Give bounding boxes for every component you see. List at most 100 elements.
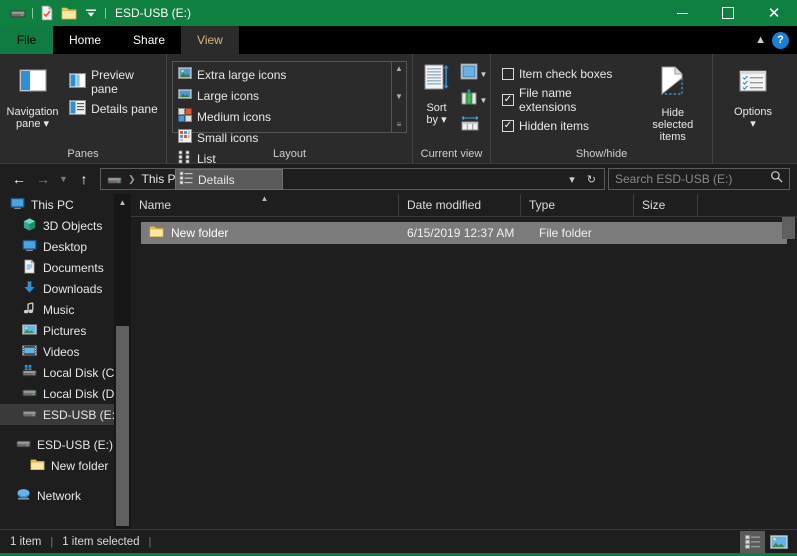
- gallery-scroll-up-icon[interactable]: ▲: [395, 65, 403, 73]
- ribbon-group-options: Options ▾: [712, 54, 793, 164]
- tab-share[interactable]: Share: [117, 26, 181, 54]
- sidebar-item-local-disk-c[interactable]: Local Disk (C:): [0, 362, 131, 383]
- chevron-down-icon[interactable]: ▼: [480, 96, 488, 105]
- file-date-modified: 6/15/2019 12:37 AM: [407, 226, 515, 240]
- search-input[interactable]: Search ESD-USB (E:): [608, 168, 790, 190]
- drive-icon[interactable]: [7, 2, 29, 24]
- column-header-size[interactable]: Size: [634, 194, 698, 216]
- sidebar-item-network[interactable]: Network: [0, 485, 131, 506]
- preview-pane-button[interactable]: Preview pane: [65, 68, 166, 96]
- breadcrumb-drive-icon[interactable]: [103, 170, 126, 189]
- sidebar-item-this-pc[interactable]: This PC: [0, 194, 131, 215]
- sidebar-item-label: This PC: [31, 197, 74, 212]
- gallery-scroll-down-icon[interactable]: ▼: [395, 93, 403, 101]
- breadcrumb-separator[interactable]: ❯: [126, 174, 138, 185]
- close-button[interactable]: ✕: [751, 0, 797, 26]
- address-bar: ← → ▼ ↑ ❯ This PC ❯ ESD-USB (E:) ▾ ↻ Sea…: [0, 164, 797, 194]
- recent-locations-button[interactable]: ▼: [55, 167, 72, 191]
- maximize-button[interactable]: [705, 0, 751, 26]
- checkbox-checked-icon[interactable]: ✓: [502, 120, 514, 132]
- gallery-expand-icon[interactable]: ≡: [397, 121, 402, 129]
- ribbon-group-layout: Extra large icons Large icons Medium ico…: [166, 54, 412, 190]
- sidebar-item-esd-usb-e[interactable]: ESD-USB (E:): [0, 404, 131, 425]
- refresh-icon[interactable]: ↻: [581, 173, 602, 186]
- layout-details[interactable]: Details: [175, 169, 283, 190]
- ribbon: Navigation pane ▾ Preview pane Details p…: [0, 54, 797, 190]
- music-icon: [22, 301, 37, 319]
- column-header-type[interactable]: Type: [521, 194, 634, 216]
- large-icons-view-button[interactable]: [766, 531, 791, 553]
- column-header-date-modified[interactable]: Date modified: [399, 194, 521, 216]
- layout-medium-icons[interactable]: Medium icons: [175, 106, 283, 127]
- sidebar-item-label: Local Disk (D:): [43, 386, 122, 401]
- details-icon: [179, 171, 193, 188]
- hidden-items-label: Hidden items: [519, 119, 590, 133]
- layout-extra-large-icons[interactable]: Extra large icons: [175, 64, 287, 85]
- sort-by-button[interactable]: Sort by ▾: [416, 59, 458, 126]
- sidebar-item-3d-objects[interactable]: 3D Objects: [0, 215, 131, 236]
- sidebar-item-esd-usb-root[interactable]: ESD-USB (E:): [0, 434, 131, 455]
- chevron-down-icon[interactable]: ▾: [750, 118, 756, 130]
- forward-button[interactable]: →: [31, 167, 55, 191]
- file-name: New folder: [171, 226, 229, 240]
- minimize-button[interactable]: [659, 0, 705, 26]
- file-list-scrollbar[interactable]: [780, 217, 797, 529]
- customize-qat-icon[interactable]: [80, 2, 102, 24]
- layout-small-icons[interactable]: Small icons: [175, 127, 283, 148]
- hidden-items-checkbox[interactable]: ✓ Hidden items: [498, 115, 626, 137]
- sidebar-scroll-track[interactable]: [114, 211, 131, 526]
- new-folder-icon[interactable]: [58, 2, 80, 24]
- sidebar-item-desktop[interactable]: Desktop: [0, 236, 131, 257]
- help-icon[interactable]: ?: [772, 31, 789, 49]
- sidebar-scrollbar[interactable]: ▲ ▼: [114, 194, 131, 529]
- drive-icon: [16, 436, 31, 454]
- item-check-boxes-checkbox[interactable]: Item check boxes: [498, 63, 626, 85]
- monitor-icon: [10, 196, 25, 214]
- back-button[interactable]: ←: [7, 167, 31, 191]
- size-all-columns-button[interactable]: [460, 115, 488, 137]
- layout-gallery-scrollbar[interactable]: ▲ ▼ ≡: [391, 62, 406, 132]
- tab-home[interactable]: Home: [53, 26, 117, 54]
- chevron-down-icon[interactable]: ▾: [441, 114, 447, 126]
- scroll-up-icon[interactable]: ▲: [114, 194, 131, 211]
- layout-large-icons[interactable]: Large icons: [175, 85, 283, 106]
- sidebar-item-label: Downloads: [43, 281, 103, 296]
- sidebar-item-documents[interactable]: Documents: [0, 257, 131, 278]
- sidebar-item-downloads[interactable]: Downloads: [0, 278, 131, 299]
- options-button[interactable]: Options ▾: [718, 66, 788, 130]
- table-row[interactable]: New folder 6/15/2019 12:37 AM File folde…: [141, 222, 787, 244]
- sidebar-item-pictures[interactable]: Pictures: [0, 320, 131, 341]
- details-view-button[interactable]: [740, 531, 765, 553]
- sidebar-item-videos[interactable]: Videos: [0, 341, 131, 362]
- chevron-down-icon[interactable]: ▼: [480, 70, 488, 79]
- column-header-name[interactable]: Name ▲: [131, 194, 399, 216]
- layout-extra-large-icons-label: Extra large icons: [197, 67, 287, 82]
- sidebar-scroll-thumb[interactable]: [116, 326, 129, 526]
- details-pane-icon: [69, 100, 87, 118]
- hide-selected-items-button[interactable]: Hide selected items: [634, 63, 712, 143]
- sidebar-item-label: Videos: [43, 344, 80, 359]
- status-separator: |: [50, 535, 54, 548]
- tab-view[interactable]: View: [181, 26, 239, 54]
- checkbox-unchecked-icon[interactable]: [502, 68, 514, 80]
- properties-icon[interactable]: [36, 2, 58, 24]
- sidebar-item-new-folder[interactable]: New folder: [0, 455, 131, 476]
- sidebar-item-local-disk-d[interactable]: Local Disk (D:): [0, 383, 131, 404]
- up-button[interactable]: ↑: [72, 167, 96, 191]
- group-by-button[interactable]: ▼: [460, 63, 488, 85]
- status-bar: 1 item | 1 item selected |: [0, 529, 797, 553]
- add-columns-button[interactable]: ▼: [460, 89, 488, 111]
- sidebar-item-music[interactable]: Music: [0, 299, 131, 320]
- breadcrumb-dropdown-icon[interactable]: ▾: [563, 173, 581, 186]
- file-list-scroll-thumb[interactable]: [782, 217, 795, 239]
- navigation-pane-button[interactable]: Navigation pane ▾: [0, 59, 65, 130]
- chevron-up-icon[interactable]: ▲: [755, 34, 766, 46]
- chevron-down-icon[interactable]: ▾: [44, 118, 50, 130]
- column-header-empty[interactable]: [698, 194, 797, 216]
- search-icon[interactable]: [770, 170, 783, 188]
- sidebar-item-label: Pictures: [43, 323, 87, 338]
- tab-file[interactable]: File: [0, 26, 53, 54]
- checkbox-checked-icon[interactable]: ✓: [502, 94, 514, 106]
- details-pane-button[interactable]: Details pane: [65, 98, 166, 120]
- file-name-extensions-checkbox[interactable]: ✓ File name extensions: [498, 86, 626, 114]
